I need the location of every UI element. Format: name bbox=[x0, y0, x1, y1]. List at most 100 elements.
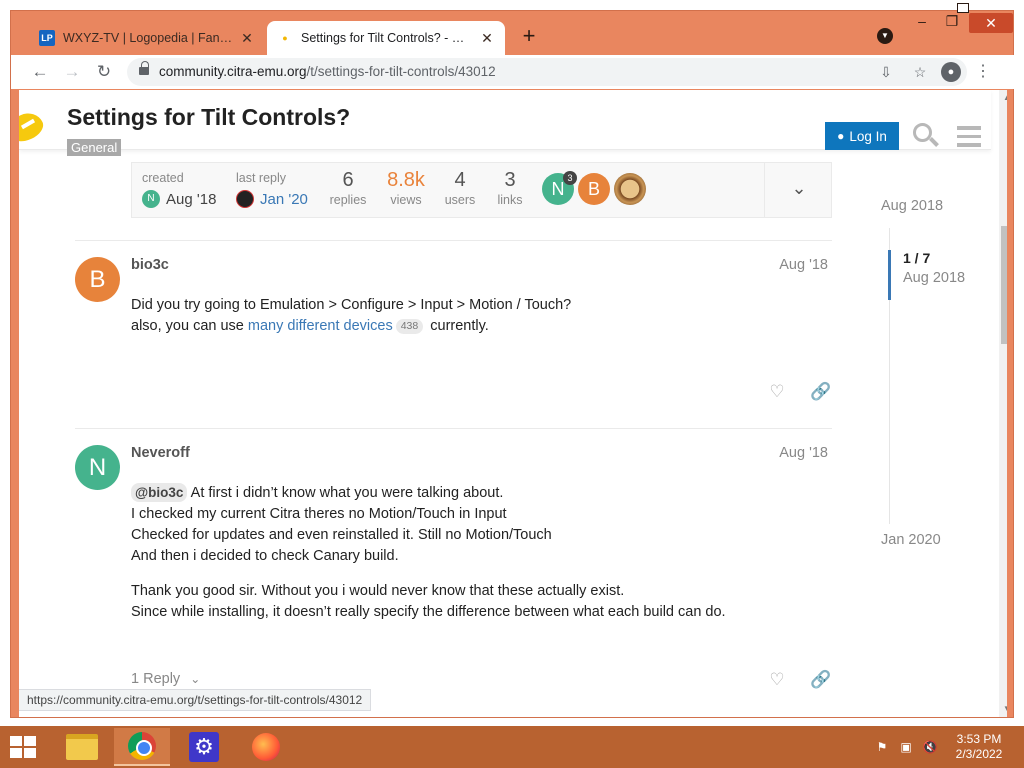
users-label: users bbox=[444, 193, 476, 207]
post-date[interactable]: Aug '18 bbox=[779, 257, 828, 273]
timeline-position: 1 / 7 bbox=[903, 250, 931, 266]
like-heart-icon[interactable]: ♡ bbox=[766, 381, 788, 403]
post-line: @bio3c At first i didn’t know what you w… bbox=[131, 483, 821, 504]
forward-button[interactable]: → bbox=[61, 61, 83, 83]
tab-title: Settings for Tilt Controls? - General bbox=[301, 31, 473, 45]
share-link-icon[interactable]: 🔗 bbox=[810, 669, 832, 691]
like-heart-icon[interactable]: ♡ bbox=[766, 669, 788, 691]
link-click-count: 438 bbox=[395, 319, 424, 334]
browser-menu-icon[interactable]: ⋮ bbox=[975, 61, 991, 81]
reload-button[interactable]: ↻ bbox=[93, 61, 115, 83]
login-button[interactable]: ● Log In bbox=[825, 122, 899, 150]
page-scrollbar[interactable]: ▲ ▼ bbox=[999, 90, 1007, 717]
user-mention[interactable]: @bio3c bbox=[131, 483, 188, 502]
tab-logopedia[interactable]: LP WXYZ-TV | Logopedia | Fandom ✕ bbox=[29, 21, 265, 55]
post: N Neveroff Aug '18 @bio3c At first i did… bbox=[75, 428, 832, 717]
last-reply-info[interactable]: Jan '20 bbox=[236, 190, 308, 208]
timeline-scroll-handle[interactable] bbox=[888, 250, 891, 300]
creator-avatar: N bbox=[142, 190, 160, 208]
tab-search-icon[interactable]: ▼ bbox=[877, 28, 893, 44]
avatar[interactable]: N bbox=[75, 445, 120, 490]
window-close-button[interactable]: ✕ bbox=[969, 13, 1013, 33]
login-label: Log In bbox=[849, 128, 887, 144]
post-line: Did you try going to Emulation > Configu… bbox=[131, 297, 572, 313]
status-bar-url: https://community.citra-emu.org/t/settin… bbox=[19, 689, 372, 711]
post-text: At first i didn’t know what you were tal… bbox=[190, 485, 504, 501]
post-line: And then i decided to check Canary build… bbox=[131, 548, 399, 564]
new-tab-button[interactable]: + bbox=[517, 25, 541, 49]
bookmark-star-icon[interactable]: ☆ bbox=[911, 63, 929, 81]
post-username[interactable]: bio3c bbox=[131, 257, 169, 273]
network-icon[interactable]: ▣ bbox=[898, 740, 914, 754]
url-text[interactable]: community.citra-emu.org/t/settings-for-t… bbox=[159, 64, 496, 79]
folder-icon bbox=[66, 734, 98, 760]
settings-taskbar-button[interactable]: ⚙ bbox=[176, 728, 232, 766]
participant-avatar[interactable]: B bbox=[578, 173, 610, 205]
post-actions: ♡ 🔗 bbox=[766, 669, 832, 691]
replies-count-label: 1 Reply bbox=[131, 671, 181, 687]
chrome-taskbar-button[interactable] bbox=[114, 728, 170, 766]
citra-logo-icon[interactable] bbox=[19, 108, 49, 146]
start-button[interactable] bbox=[10, 736, 38, 758]
back-button[interactable]: ← bbox=[29, 61, 51, 83]
topic-map: created N Aug '18 last reply Jan '20 6 r… bbox=[131, 162, 832, 218]
user-icon: ● bbox=[837, 129, 845, 143]
volume-muted-icon[interactable]: 🔇 bbox=[922, 740, 938, 754]
file-explorer-taskbar-button[interactable] bbox=[54, 728, 110, 766]
last-reply-label: last reply bbox=[236, 171, 287, 185]
url-host: community.citra-emu.org bbox=[159, 64, 307, 79]
post-date[interactable]: Aug '18 bbox=[779, 445, 828, 461]
post-line: I checked my current Citra theres no Mot… bbox=[131, 506, 507, 522]
devices-link[interactable]: many different devices bbox=[248, 318, 393, 334]
tab-title: WXYZ-TV | Logopedia | Fandom bbox=[63, 31, 233, 45]
firefox-taskbar-button[interactable] bbox=[238, 728, 294, 766]
scroll-down-arrow-icon[interactable]: ▼ bbox=[999, 701, 1007, 717]
hamburger-menu-icon[interactable] bbox=[957, 126, 981, 148]
timeline-start-date[interactable]: Aug 2018 bbox=[881, 198, 943, 214]
maximize-button[interactable]: ❐ bbox=[941, 13, 963, 30]
post-body: @bio3c At first i didn’t know what you w… bbox=[131, 483, 821, 623]
created-label: created bbox=[142, 171, 184, 185]
action-center-flag-icon[interactable]: ⚑ bbox=[874, 740, 890, 754]
links-stat: 3 links bbox=[490, 169, 530, 207]
post-username[interactable]: Neveroff bbox=[131, 445, 190, 461]
participant-avatar[interactable] bbox=[614, 173, 646, 205]
clock-date: 2/3/2022 bbox=[955, 747, 1003, 761]
lock-icon[interactable] bbox=[139, 61, 149, 77]
chrome-icon bbox=[128, 732, 156, 760]
last-reply-date: Jan '20 bbox=[260, 190, 308, 208]
category-badge[interactable]: General bbox=[67, 139, 122, 156]
post-text: currently. bbox=[430, 318, 489, 334]
tab-citra-topic[interactable]: ● Settings for Tilt Controls? - General … bbox=[267, 21, 505, 55]
created-info[interactable]: N Aug '18 bbox=[142, 190, 216, 208]
tab-strip: LP WXYZ-TV | Logopedia | Fandom ✕ ● Sett… bbox=[11, 3, 1015, 55]
timeline-end-date[interactable]: Jan 2020 bbox=[881, 532, 941, 548]
search-icon[interactable] bbox=[913, 123, 939, 149]
profile-avatar-icon[interactable]: ● bbox=[941, 62, 961, 82]
post-body: Did you try going to Emulation > Configu… bbox=[131, 295, 821, 337]
participant-letter: N bbox=[551, 179, 565, 199]
views-label: views bbox=[390, 193, 422, 207]
links-label: links bbox=[497, 193, 523, 207]
post-line: Since while installing, it doesn’t reall… bbox=[131, 604, 726, 620]
expand-chevron-icon[interactable]: ⌄ bbox=[787, 176, 811, 200]
post-text: also, you can use bbox=[131, 318, 244, 334]
participant-post-count: 3 bbox=[563, 171, 577, 185]
tab-close-icon[interactable]: ✕ bbox=[239, 30, 255, 47]
scroll-up-arrow-icon[interactable]: ▲ bbox=[999, 90, 1007, 106]
avatar[interactable]: B bbox=[75, 257, 120, 302]
post-line: also, you can use many different devices… bbox=[131, 316, 821, 337]
participant-avatar[interactable]: N 3 bbox=[542, 171, 577, 205]
topic-title[interactable]: Settings for Tilt Controls? bbox=[67, 104, 350, 131]
share-link-icon[interactable]: 🔗 bbox=[810, 381, 832, 403]
page-viewport: Settings for Tilt Controls? General ● Lo… bbox=[19, 90, 1007, 717]
minimize-button[interactable]: – bbox=[911, 13, 933, 29]
address-bar[interactable]: community.citra-emu.org/t/settings-for-t… bbox=[127, 58, 967, 86]
gear-icon: ⚙ bbox=[189, 732, 219, 762]
install-app-icon[interactable]: ⇩ bbox=[877, 63, 895, 81]
timeline-position-date: Aug 2018 bbox=[903, 270, 966, 286]
system-clock[interactable]: 3:53 PM 2/3/2022 bbox=[946, 732, 1012, 762]
scrollbar-thumb[interactable] bbox=[1001, 226, 1007, 344]
replies-toggle[interactable]: 1 Reply ⌄ bbox=[131, 671, 200, 687]
tab-close-icon[interactable]: ✕ bbox=[479, 30, 495, 47]
